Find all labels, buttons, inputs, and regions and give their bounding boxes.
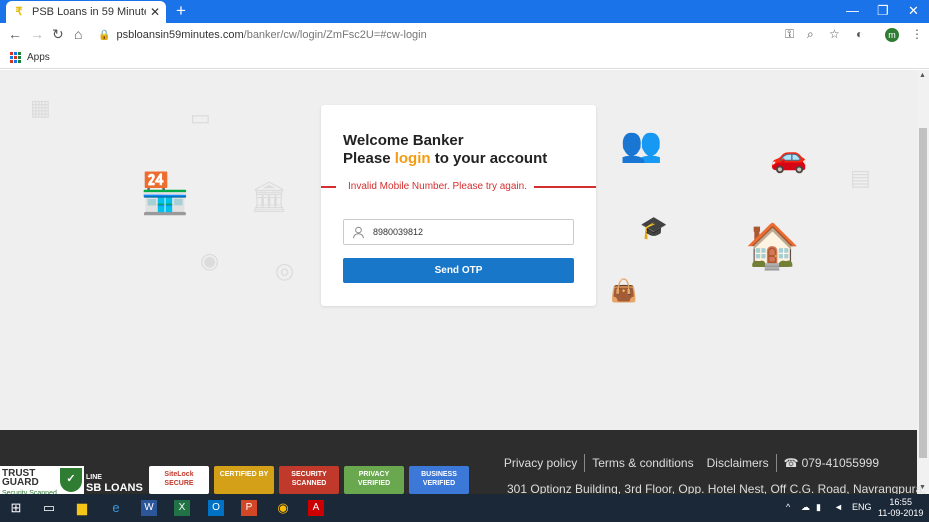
menu-dots-icon[interactable]: ⋮ [911,27,923,41]
sitelock-badge[interactable]: SiteLock SECURE [149,466,209,494]
onedrive-icon[interactable]: ☁ [801,502,810,513]
welcome-title: Welcome Banker [343,132,464,149]
scrollbar-thumb[interactable] [919,128,927,458]
reload-icon[interactable]: ↻ [52,26,64,43]
car-icon: ◉ [200,248,220,273]
send-otp-button[interactable]: Send OTP [343,258,574,283]
browser-tab[interactable]: ₹ PSB Loans in 59 Minutes: Online ✕ [6,1,166,23]
window-close-icon[interactable]: ✕ [908,3,919,19]
certified-badge[interactable]: CERTIFIED BY [214,466,274,494]
lock-icon: 🔒 [98,29,111,41]
bank-icon: 🏛 [250,181,289,214]
error-message: Invalid Mobile Number. Please try again. [348,181,527,192]
word-icon[interactable]: W [141,500,157,516]
car-right-icon: 🚗 [770,141,808,174]
edge-icon[interactable]: e [108,500,124,516]
task-view-icon[interactable]: ▭ [41,500,57,516]
network-icon[interactable]: ▮ [816,502,821,513]
site-favicon-icon: ₹ [15,6,23,18]
language-indicator[interactable]: ENG [852,502,872,512]
forward-icon[interactable]: → [30,26,44,42]
phone-icon: ☎ [783,456,799,470]
browser-tab-strip: ₹ PSB Loans in 59 Minutes: Online ✕ + — … [0,0,929,23]
url-path: /banker/cw/login/ZmFsc2U=#cw-login [243,29,427,41]
file-explorer-icon[interactable]: ▆ [74,500,90,516]
security-scanned-badge[interactable]: SECURITY SCANNED [279,466,339,494]
tab-title: PSB Loans in 59 Minutes: Online [32,6,146,18]
footer-links: Privacy policy Terms & conditions Discla… [504,454,879,472]
volume-icon[interactable]: ◄ [834,502,843,512]
zoom-icon[interactable]: ⌕ [807,27,814,42]
close-tab-icon[interactable]: ✕ [150,5,160,19]
privacy-verified-badge[interactable]: PRIVACY VERIFIED [344,466,404,494]
welcome-subtitle: Please login to your account [343,150,548,167]
mobile-number-input[interactable]: 8980039812 [343,219,574,245]
house-icon: 🏠 [745,222,800,271]
welcome-heading: Welcome Banker Please login to your acco… [343,132,547,168]
money-stack-icon: ▦ [30,95,51,120]
psb-loans-logo: LINE SB LOANS [86,474,143,494]
back-icon[interactable]: ← [8,26,22,42]
trust-guard-badge[interactable]: TRUSTGUARD Security Scanned ✓ [0,466,84,497]
address-bar[interactable]: 🔒 psbloansin59minutes.com/banker/cw/logi… [98,24,778,46]
profile-avatar[interactable]: m [885,28,899,42]
footer-phone: 079-41055999 [801,456,879,470]
apps-bookmark[interactable]: Apps [27,52,50,63]
privacy-policy-link[interactable]: Privacy policy [504,456,577,470]
extension-icon[interactable]: ◐ [856,27,863,41]
mobile-value: 8980039812 [373,227,424,237]
page-footer: Privacy policy Terms & conditions Discla… [0,430,926,497]
terms-link[interactable]: Terms & conditions [592,456,693,470]
security-badges: TRUSTGUARD Security Scanned ✓ LINESB LOA… [0,466,469,497]
bag-icon: 👜 [610,278,638,303]
acrobat-icon[interactable]: A [308,500,324,516]
card-icon: ▭ [190,105,211,130]
key-icon[interactable]: ⚿ [785,27,794,42]
powerpoint-icon[interactable]: P [241,500,257,516]
page-scrollbar[interactable]: ▲ ▼ [917,70,929,494]
shop-icon: 🏪 [140,172,190,216]
bookmark-star-icon[interactable]: ☆ [829,27,840,41]
business-verified-badge[interactable]: BUSINESS VERIFIED [409,466,469,494]
minimize-icon[interactable]: — [846,3,859,18]
apps-grid-icon[interactable] [10,52,21,63]
excel-icon[interactable]: X [174,500,190,516]
url-domain: psbloansin59minutes.com [116,29,244,41]
tray-chevron-icon[interactable]: ^ [786,502,790,512]
login-highlight: login [394,150,431,167]
new-tab-icon[interactable]: + [176,2,186,20]
browser-toolbar: ← → ↻ ⌂ 🔒 psbloansin59minutes.com/banker… [0,23,929,47]
outlook-icon[interactable]: O [208,500,224,516]
windows-start-icon[interactable]: ⊞ [8,500,24,516]
disclaimers-link[interactable]: Disclaimers [707,456,769,470]
user-icon [353,226,364,238]
coin-icon: ◎ [275,258,295,283]
people-icon: 👥 [620,126,663,164]
restore-icon[interactable]: ❐ [877,3,889,19]
graduation-icon: 🎓 [640,215,668,240]
home-icon[interactable]: ⌂ [74,26,82,42]
system-clock[interactable]: 16:55 11-09-2019 [878,497,923,519]
money-icon: ▤ [850,165,871,190]
chrome-icon[interactable]: ◉ [275,500,291,516]
scroll-up-icon[interactable]: ▲ [919,72,926,79]
windows-taskbar: ⊞ ▭ ▆ e W X O P ◉ A ^ ☁ ▮ ◄ ENG 16:55 11… [0,494,929,522]
shield-check-icon: ✓ [60,468,82,492]
bookmarks-bar: Apps [0,47,929,69]
login-card: Welcome Banker Please login to your acco… [321,105,596,306]
